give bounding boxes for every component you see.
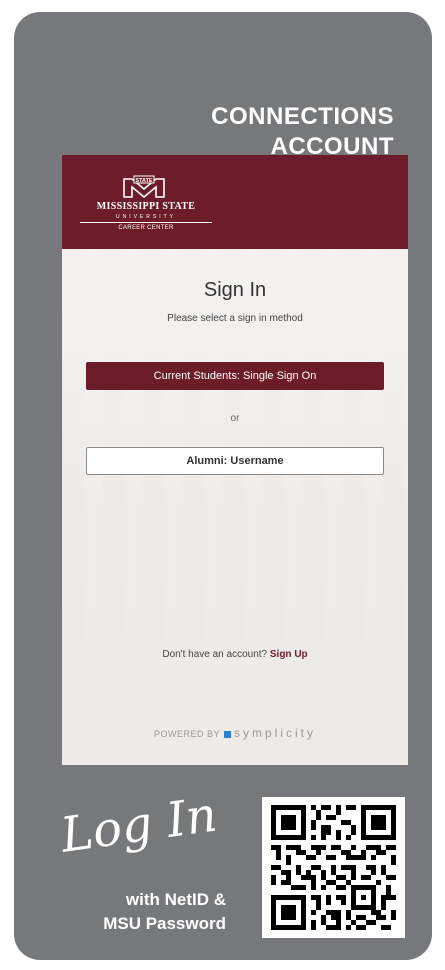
signin-screenshot: STATE MISSISSIPPI STATE UNIVERSITY CAREE… [62, 155, 408, 765]
department-name: CAREER CENTER [118, 225, 174, 231]
or-separator: or [230, 413, 240, 424]
university-label: UNIVERSITY [115, 214, 176, 220]
signup-prompt-text: Don't have an account? [162, 649, 268, 660]
instructions-line-1: with NetID & [125, 890, 226, 909]
heading-line-1: CONNECTIONS [211, 103, 394, 130]
symplicity-brand: symplicity [234, 726, 317, 740]
connections-account-heading: CONNECTIONS ACCOUNT [211, 102, 394, 162]
powered-by-label: POWERED BY [153, 729, 220, 739]
single-sign-on-button[interactable]: Current Students: Single Sign On [86, 362, 384, 390]
msu-career-center-logo: STATE MISSISSIPPI STATE UNIVERSITY CAREE… [80, 175, 212, 233]
signup-prompt: Don't have an account? Sign Up [62, 649, 408, 660]
sign-up-link[interactable]: Sign Up [270, 649, 308, 660]
instructions-line-2: MSU Password [103, 914, 226, 933]
alumni-username-button[interactable]: Alumni: Username [86, 447, 384, 475]
powered-by-footer: POWERED BY symplicity [62, 726, 408, 740]
signin-title: Sign In [203, 279, 267, 301]
login-instructions: with NetID & MSU Password [40, 888, 226, 936]
signin-subtitle: Please select a sign in method [167, 313, 303, 324]
university-name: MISSISSIPPI STATE [96, 201, 196, 212]
symplicity-square-icon [224, 731, 231, 739]
brand-header-bar: STATE MISSISSIPPI STATE UNIVERSITY CAREE… [62, 155, 408, 249]
qr-code[interactable] [262, 797, 405, 938]
qr-code-icon [271, 805, 396, 930]
city-background-image [62, 249, 408, 765]
logo-divider [80, 222, 212, 223]
svg-text:STATE: STATE [135, 178, 153, 184]
msu-m-logo-icon: STATE [123, 175, 165, 199]
